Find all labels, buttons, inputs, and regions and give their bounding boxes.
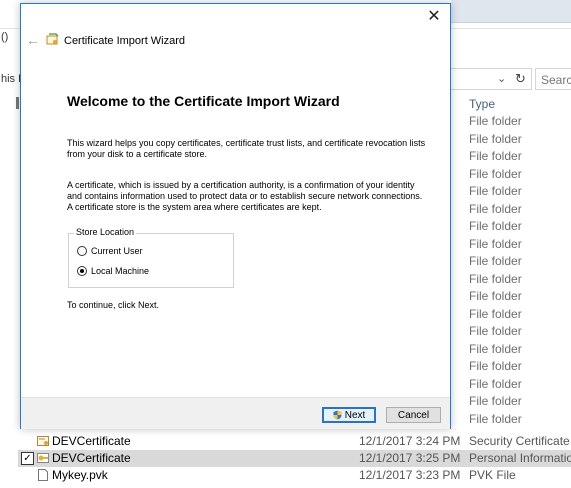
wizard-description-text: A certificate, which is issued by a cert… [67,180,423,212]
file-name: DEVCertificate [52,451,131,465]
file-type: Security Certificate [469,434,570,448]
chevron-down-icon[interactable]: ⌄ [497,72,506,85]
type-cell: File folder [469,114,522,128]
file-row[interactable]: Mykey.pvk 12/1/2017 3:23 PM PVK File [18,467,571,484]
file-date: 12/1/2017 3:23 PM [359,468,461,482]
file-type: Personal Information ... [469,451,571,465]
dialog-title: Certificate Import Wizard [64,35,186,47]
file-type: PVK File [469,468,516,482]
explorer-ribbon-tab[interactable] [451,0,571,23]
type-cell: File folder [469,166,522,181]
type-column: Type File folder File folder File folder… [469,97,571,428]
back-arrow-icon[interactable]: ← [25,32,41,48]
file-name: DEVCertificate [52,434,131,448]
radio-label: Local Machine [91,266,150,276]
pfx-icon [37,453,49,463]
radio-label: Current User [91,246,143,256]
type-cell: File folder [469,341,522,356]
type-cell: File folder [469,306,522,321]
type-cell: File folder [469,271,522,286]
radio-current-user[interactable]: Current User [77,246,143,256]
type-cell: File folder [469,149,522,163]
type-cell: File folder [469,324,522,338]
radio-button-icon[interactable] [77,246,87,256]
cancel-button[interactable]: Cancel [386,407,441,423]
type-cell: File folder [469,376,522,391]
file-date: 12/1/2017 3:24 PM [359,434,461,448]
store-location-group: Store Location Current User Local Machin… [68,227,234,288]
type-cell: File folder [469,236,522,251]
radio-button-selected-icon[interactable] [77,266,87,276]
type-cell: File folder [469,411,522,426]
address-bar[interactable]: ⌄ ↻ [448,68,532,90]
type-cell: File folder [469,359,522,373]
file-date: 12/1/2017 3:25 PM [359,451,461,465]
nav-pane-edge [16,97,19,109]
row-checkbox[interactable]: ✓ [21,452,34,465]
file-row-selected[interactable]: ✓ DEVCertificate 12/1/2017 3:25 PM Perso… [18,450,571,467]
file-row[interactable]: DEVCertificate 12/1/2017 3:24 PM Securit… [18,433,571,450]
next-button-label: Next [344,409,366,421]
wizard-intro-text: This wizard helps you copy certificates,… [67,138,426,159]
search-box[interactable]: Search [535,68,571,90]
dialog-footer: Next Cancel [21,397,450,429]
certificate-wizard-icon [46,33,59,45]
refresh-icon[interactable]: ↻ [515,71,526,87]
type-cell: File folder [469,131,522,146]
store-location-legend: Store Location [74,227,137,237]
type-column-header[interactable]: Type [469,97,571,113]
close-icon[interactable]: ✕ [425,8,443,26]
file-icon [38,469,48,481]
next-button[interactable]: Next [322,407,376,423]
continue-instruction: To continue, click Next. [67,300,160,310]
type-cell: File folder [469,184,522,198]
type-cell: File folder [469,254,522,268]
type-cell: File folder [469,201,522,216]
type-cell: File folder [469,219,522,233]
wizard-heading: Welcome to the Certificate Import Wizard [67,93,340,109]
certificate-import-wizard-dialog: ✕ ← Certificate Import Wizard Welcome to… [20,3,451,429]
type-cell: File folder [469,289,522,303]
radio-local-machine[interactable]: Local Machine [77,266,149,276]
cancel-button-label: Cancel [397,409,430,421]
shield-icon [333,410,342,420]
type-cell: File folder [469,394,522,408]
certificate-icon [37,436,49,446]
explorer-fragment: () [1,31,9,43]
file-name: Mykey.pvk [52,468,108,482]
